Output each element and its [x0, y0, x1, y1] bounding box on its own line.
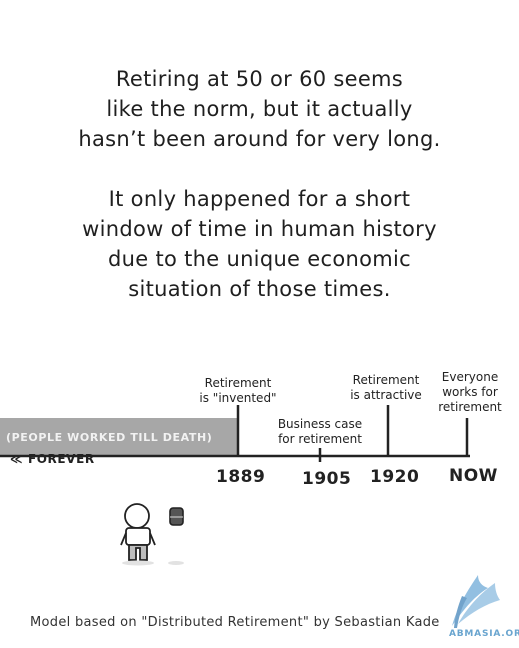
year-now: NOW: [449, 466, 498, 486]
year-1905: 1905: [302, 469, 352, 489]
event-label-1920: Retirement is attractive: [344, 373, 428, 403]
event-label-line: Everyone: [441, 370, 499, 384]
event-label-line: for retirement: [278, 432, 362, 446]
event-label-line: Retirement: [204, 376, 272, 390]
event-label-line: Retirement: [352, 373, 420, 387]
footer-credit: Model based on "Distributed Retirement" …: [30, 615, 440, 630]
event-label-1905: Business case for retirement: [266, 417, 374, 447]
forever-label: ≪ FOREVER: [10, 452, 95, 466]
event-label-now: Everyone works for retirement: [432, 370, 508, 415]
timeline-lines: [0, 405, 500, 628]
year-1920: 1920: [370, 467, 420, 487]
year-1889: 1889: [216, 467, 266, 487]
object-shadow: [168, 561, 184, 565]
event-label-1889: Retirement is "invented": [194, 376, 282, 406]
event-label-line: is "invented": [199, 391, 277, 405]
watermark-text: ABMASIA.ORG: [449, 629, 519, 639]
event-label-line: retirement: [438, 400, 502, 414]
event-label-line: works for: [442, 385, 498, 399]
event-label-line: is attractive: [350, 388, 422, 402]
floating-object: [169, 507, 184, 526]
person-illustration: [120, 503, 156, 561]
feather-logo: [452, 575, 500, 628]
person-shadow: [122, 560, 154, 566]
event-label-line: Business case: [277, 417, 363, 431]
